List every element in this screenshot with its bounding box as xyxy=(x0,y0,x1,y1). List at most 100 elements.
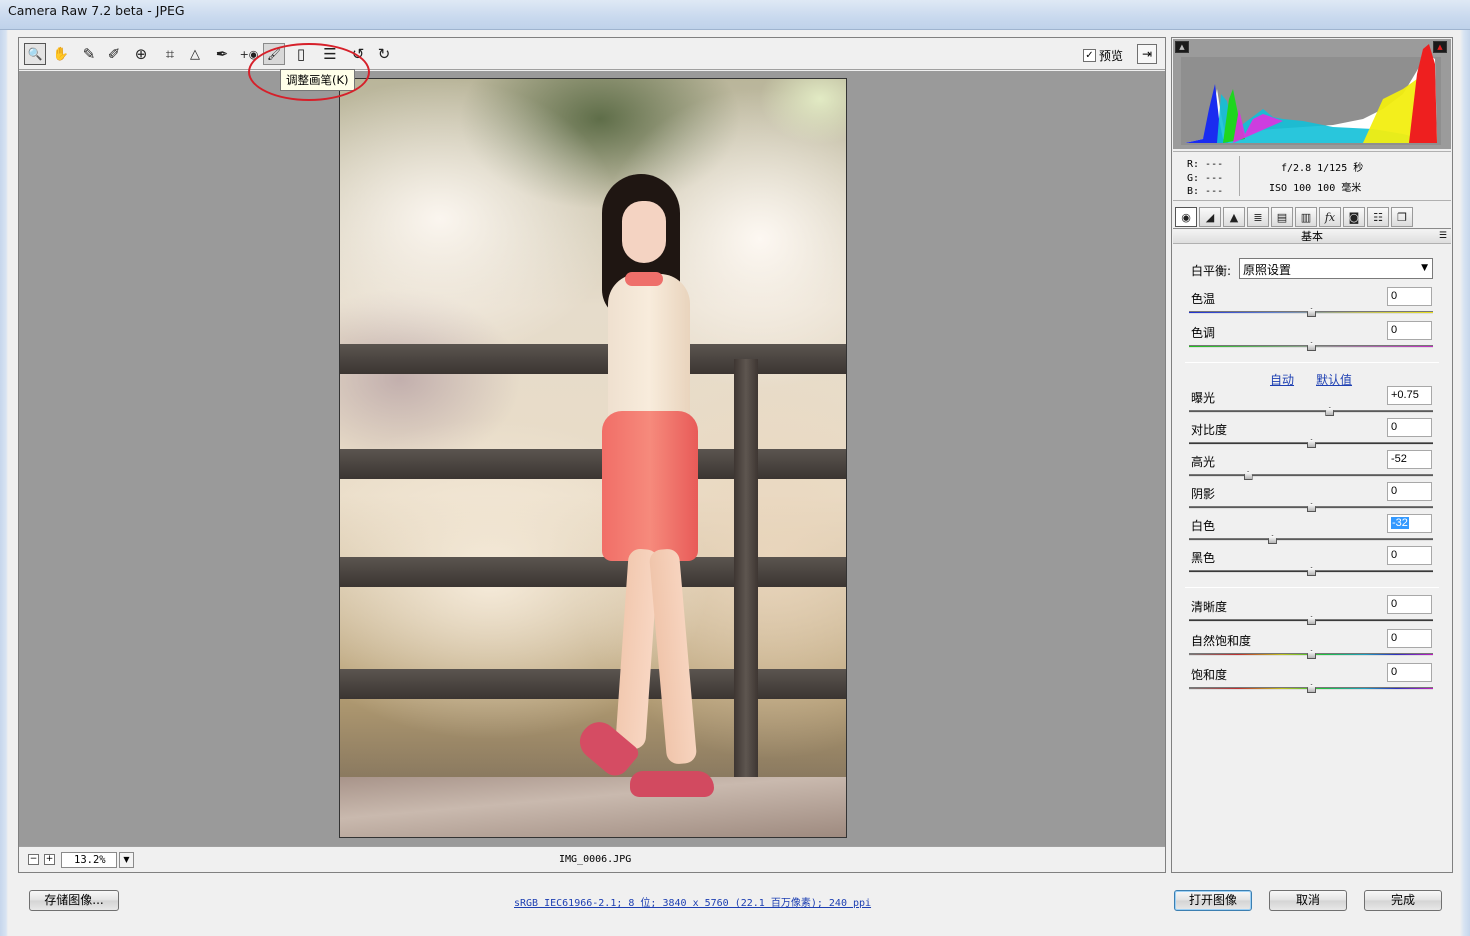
minus-icon: − xyxy=(29,854,38,864)
straighten-tool[interactable]: △ xyxy=(184,43,206,65)
slider-label-highlights: 高光 xyxy=(1191,455,1216,469)
slider-value-exposure[interactable]: +0.75 xyxy=(1387,386,1432,405)
open-image-button[interactable]: 打开图像 xyxy=(1174,890,1252,911)
split-toning-tab[interactable]: ▤ xyxy=(1271,207,1293,227)
zoom-in-button[interactable]: + xyxy=(44,854,55,865)
slider-value-highlights[interactable]: -52 xyxy=(1387,450,1432,469)
slider-thumb-saturation[interactable] xyxy=(1307,684,1316,693)
pixel-readout: R: --- G: --- B: --- f/2.8 1/125 秒 ISO 1… xyxy=(1173,151,1451,201)
zoom-dropdown[interactable]: ▼ xyxy=(119,852,134,868)
color-sampler-tool[interactable]: ✐ xyxy=(103,43,125,65)
slider-value-contrast[interactable]: 0 xyxy=(1387,418,1432,437)
preview-checkbox[interactable]: ✓ xyxy=(1083,49,1096,62)
slider-track-whites[interactable] xyxy=(1189,538,1433,541)
detail-tab[interactable]: ▲ xyxy=(1223,207,1245,227)
slider-value-whites[interactable]: -32 xyxy=(1387,514,1432,533)
hsl-tab[interactable]: ≣ xyxy=(1247,207,1269,227)
white-balance-tool[interactable]: ✎ xyxy=(78,43,100,65)
slider-track-highlights[interactable] xyxy=(1189,474,1433,477)
wooden-deck xyxy=(340,777,846,837)
slider-thumb-exposure[interactable] xyxy=(1325,407,1335,416)
hand-icon: ✋ xyxy=(52,46,70,62)
panel-menu-icon[interactable]: ☰ xyxy=(1439,230,1447,243)
done-button[interactable]: 完成 xyxy=(1364,890,1442,911)
slider-thumb-clarity[interactable] xyxy=(1307,616,1316,625)
detail-icon: ▲ xyxy=(1229,210,1239,224)
model-face xyxy=(622,201,666,263)
crop-tool[interactable]: ⌗ xyxy=(159,43,181,65)
zoom-out-button[interactable]: − xyxy=(28,854,39,865)
fence-rail xyxy=(340,449,846,479)
rotate-right-tool[interactable]: ↻ xyxy=(373,43,395,65)
effects-tab[interactable]: fx xyxy=(1319,207,1341,227)
toolbar: 🔍 ✋ ✎ ✐ ⊕ ⌗ △ ✒ +◉ 🖌 ▯ ☰ ↺ ↻ ✓ 预览 ⇥ xyxy=(19,38,1165,70)
annotation-circle xyxy=(248,43,370,101)
slider-label-contrast: 对比度 xyxy=(1191,423,1228,437)
zoom-tool[interactable]: 🔍 xyxy=(24,43,46,65)
presets-icon: ☷ xyxy=(1373,210,1383,224)
color-sampler-icon: ✐ xyxy=(107,45,121,63)
presets-tab[interactable]: ☷ xyxy=(1367,207,1389,227)
divider xyxy=(1239,156,1240,196)
preview-toggle[interactable]: ✓ 预览 xyxy=(1083,47,1123,64)
crop-icon: ⌗ xyxy=(165,45,175,63)
slider-label-temp: 色温 xyxy=(1191,292,1216,306)
panel-title-bar: 基本 ☰ xyxy=(1173,230,1451,244)
fullscreen-button[interactable]: ⇥ xyxy=(1137,44,1157,64)
lens-corrections-tab[interactable]: ▥ xyxy=(1295,207,1317,227)
spot-removal-tool[interactable]: ✒ xyxy=(211,43,233,65)
slider-value-text: 0 xyxy=(1391,485,1398,497)
camera-calibration-tab[interactable]: ◙ xyxy=(1343,207,1365,227)
workflow-options-link[interactable]: sRGB IEC61966-2.1; 8 位; 3840 x 5760 (22.… xyxy=(514,894,871,909)
auto-link[interactable]: 自动 xyxy=(1270,371,1294,388)
cancel-button[interactable]: 取消 xyxy=(1269,890,1347,911)
slider-value-temp[interactable]: 0 xyxy=(1387,287,1432,306)
camera-icon: ◙ xyxy=(1348,210,1360,224)
slider-value-shadows[interactable]: 0 xyxy=(1387,482,1432,501)
slider-thumb-vibrance[interactable] xyxy=(1307,650,1316,659)
slider-thumb-tint[interactable] xyxy=(1307,342,1316,351)
default-link[interactable]: 默认值 xyxy=(1316,371,1352,388)
model-shoe xyxy=(630,771,714,797)
slider-value-vibrance[interactable]: 0 xyxy=(1387,629,1432,648)
slider-thumb-whites[interactable] xyxy=(1267,535,1277,544)
eyedropper-icon: ✎ xyxy=(82,45,96,63)
slider-track-exposure[interactable] xyxy=(1189,410,1433,413)
targeted-adjustment-tool[interactable]: ⊕ xyxy=(130,43,152,65)
slider-value-text: -52 xyxy=(1391,453,1407,465)
spot-removal-icon: ✒ xyxy=(215,45,229,63)
lens-icon: ▥ xyxy=(1300,210,1312,224)
slider-label-clarity: 清晰度 xyxy=(1191,600,1228,614)
section-divider xyxy=(1185,362,1439,363)
slider-label-shadows: 阴影 xyxy=(1191,487,1216,501)
zoom-level-field[interactable]: 13.2% xyxy=(61,852,117,868)
title-bar: Camera Raw 7.2 beta - JPEG xyxy=(0,0,1470,30)
snapshots-tab[interactable]: ❐ xyxy=(1391,207,1413,227)
slider-thumb-temp[interactable] xyxy=(1307,308,1316,317)
slider-value-blacks[interactable]: 0 xyxy=(1387,546,1432,565)
main-panel: 🔍 ✋ ✎ ✐ ⊕ ⌗ △ ✒ +◉ 🖌 ▯ ☰ ↺ ↻ ✓ 预览 ⇥ 调整画笔… xyxy=(18,37,1166,873)
slider-value-tint[interactable]: 0 xyxy=(1387,321,1432,340)
save-image-button[interactable]: 存储图像... xyxy=(29,890,119,911)
slider-value-clarity[interactable]: 0 xyxy=(1387,595,1432,614)
snapshots-icon: ❐ xyxy=(1397,210,1407,224)
straighten-icon: △ xyxy=(190,46,200,62)
slider-thumb-blacks[interactable] xyxy=(1307,567,1316,576)
slider-label-exposure: 曝光 xyxy=(1191,391,1216,405)
image-canvas[interactable] xyxy=(19,71,1165,846)
slider-value-saturation[interactable]: 0 xyxy=(1387,663,1432,682)
white-balance-select[interactable]: 原照设置 ▼ xyxy=(1239,258,1433,279)
hand-tool[interactable]: ✋ xyxy=(50,43,72,65)
slider-label-vibrance: 自然饱和度 xyxy=(1191,634,1252,648)
basic-tab[interactable]: ◉ xyxy=(1175,207,1197,227)
hsl-icon: ≣ xyxy=(1253,210,1263,224)
slider-thumb-shadows[interactable] xyxy=(1307,503,1316,512)
slider-thumb-highlights[interactable] xyxy=(1243,471,1253,480)
slider-thumb-contrast[interactable] xyxy=(1307,439,1316,448)
tone-curve-tab[interactable]: ◢ xyxy=(1199,207,1221,227)
slider-value-text: -32 xyxy=(1391,517,1409,529)
model-dress xyxy=(602,411,698,561)
g-value: G: --- xyxy=(1187,172,1224,184)
model-collar xyxy=(625,272,663,286)
tone-curve-icon: ◢ xyxy=(1205,210,1215,224)
